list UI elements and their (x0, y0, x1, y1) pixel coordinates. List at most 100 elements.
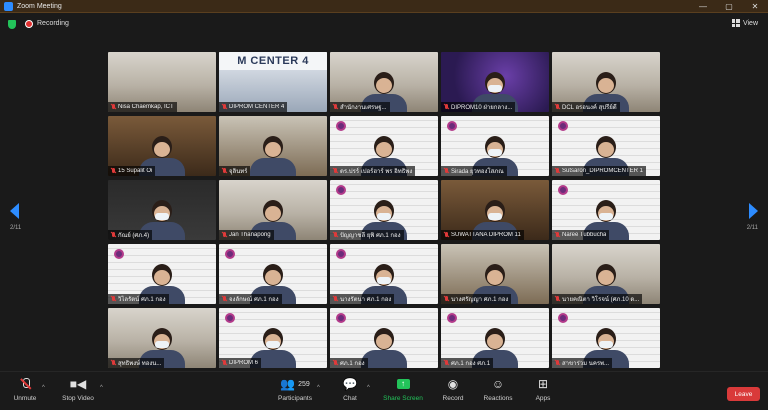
participant-tile[interactable]: ศภ.1 กอง (330, 308, 438, 368)
participant-name: จงลักษณ์ ศภ.1 กอง (229, 297, 279, 303)
reactions-button[interactable]: ☺ Reactions (473, 376, 523, 402)
muted-mic-icon (333, 232, 338, 238)
participant-nameplate: SUWATTANA DIPROM 11 (441, 230, 524, 240)
participant-nameplate: ปัญญาชลี ยุพิ ศภ.1 กอง (330, 230, 404, 240)
reactions-label: Reactions (483, 395, 513, 402)
diprom-logo-icon (336, 121, 346, 131)
participant-tile[interactable]: กัณย์ (ศภ.4) (108, 180, 216, 240)
participants-button[interactable]: 👥 259 Participants (265, 376, 325, 402)
participant-tile[interactable]: Jan Thanapong (219, 180, 327, 240)
record-circle-icon: ◉ (447, 377, 459, 391)
participant-tile[interactable]: สุทธิพงษ์ ทองน... (108, 308, 216, 368)
close-window-button[interactable]: ✕ (742, 0, 768, 13)
face-mask (155, 341, 169, 348)
leave-button[interactable]: Leave (727, 387, 760, 401)
participant-tile[interactable]: จุลินทร์ (219, 116, 327, 176)
participant-nameplate: DIPROM10 ฝ่ายกลาง... (441, 102, 516, 112)
view-button[interactable]: View (731, 19, 758, 27)
muted-mic-icon (111, 360, 116, 366)
participants-label: Participants (278, 395, 312, 402)
muted-mic-icon (444, 360, 449, 366)
participant-name: DCL อรอนงค์ สุปรีย์ดี (562, 105, 617, 111)
video-options-caret-icon[interactable]: ^ (100, 385, 103, 391)
share-screen-button[interactable]: ↑ Share Screen (378, 376, 428, 402)
video-camera-icon: ■◀ (69, 377, 87, 391)
participant-tile[interactable]: SUWATTANA DIPROM 11 (441, 180, 549, 240)
participant-tile[interactable]: M CENTER 4 DIPROM CENTER 4 (219, 52, 327, 112)
muted-mic-icon (333, 168, 338, 174)
chat-options-caret-icon[interactable]: ^ (367, 385, 370, 391)
participant-nameplate: กัณย์ (ศภ.4) (108, 230, 153, 240)
muted-mic-icon (555, 104, 560, 110)
participant-tile[interactable]: DCL อรอนงค์ สุปรีย์ดี (552, 52, 660, 112)
participants-options-caret-icon[interactable]: ^ (317, 385, 320, 391)
page-indicator-left: 2/11 (10, 225, 22, 231)
participant-name: สุทธิพงษ์ ทองน... (118, 361, 162, 367)
participant-tile[interactable]: วิไลรัตน์ ศภ.1 กอง (108, 244, 216, 304)
participant-tile[interactable]: Sirada ยุวทองโสภณ (441, 116, 549, 176)
security-shield-icon[interactable] (8, 20, 16, 29)
participant-nameplate: ดร.ปรร์ เปอร์ฮาร์ พร อิทธิพง (330, 166, 416, 176)
participant-name: ศภ.1 กอง ศภ.1 (451, 361, 491, 367)
participant-video (361, 328, 407, 368)
participant-tile[interactable]: นางรัตนา ศภ.1 กอง (330, 244, 438, 304)
maximize-button[interactable]: ▢ (716, 0, 742, 13)
participant-nameplate: DIPROM 6 (219, 358, 262, 368)
chat-label: Chat (343, 395, 357, 402)
participant-tile[interactable]: ดร.ปรร์ เปอร์ฮาร์ พร อิทธิพง (330, 116, 438, 176)
participant-tile[interactable]: นางศรัญญา ศภ.1 กอง (441, 244, 549, 304)
reactions-smiley-icon: ☺ (491, 377, 505, 391)
participant-tile[interactable]: DIPROM10 ฝ่ายกลาง... (441, 52, 549, 112)
participant-tile[interactable]: สาขาร่วม นครพ... (552, 308, 660, 368)
share-screen-label: Share Screen (383, 395, 423, 402)
record-button[interactable]: ◉ Record (428, 376, 478, 402)
participant-name: Nisa Chaemkap, ICT (118, 104, 174, 110)
participant-nameplate: DCL อรอนงค์ สุปรีย์ดี (552, 102, 620, 112)
participant-tile[interactable]: สำนักงานเศรษฐ... (330, 52, 438, 112)
view-label: View (742, 19, 758, 27)
participant-name: SUWATTANA DIPROM 11 (451, 232, 521, 238)
participant-tile[interactable]: ศภ.1 กอง ศภ.1 (441, 308, 549, 368)
participant-tile[interactable]: Naree Tubbucha (552, 180, 660, 240)
muted-mic-icon (222, 360, 227, 366)
participant-tile[interactable]: Nisa Chaemkap, ICT (108, 52, 216, 112)
participant-name: นายคณิตา วิโรจน์ (ศภ.10 ด... (562, 297, 640, 303)
minimize-button[interactable]: — (690, 0, 716, 13)
participant-tile[interactable]: 15 Supalit Oi (108, 116, 216, 176)
participant-tile[interactable]: นายคณิตา วิโรจน์ (ศภ.10 ด... (552, 244, 660, 304)
center-banner: M CENTER 4 (219, 52, 327, 70)
zoom-app-icon (4, 1, 13, 11)
stop-video-button[interactable]: ■◀ Stop Video (53, 376, 103, 402)
diprom-logo-icon (225, 313, 235, 323)
participant-nameplate: สุทธิพงษ์ ทองน... (108, 358, 165, 368)
muted-mic-icon (111, 296, 116, 302)
participant-nameplate: ศภ.1 กอง (330, 358, 368, 368)
participant-nameplate: ศภ.1 กอง ศภ.1 (441, 358, 494, 368)
participant-tile[interactable]: Sutsaron_DIPROMCENTER 1 (552, 116, 660, 176)
participant-nameplate: Sutsaron_DIPROMCENTER 1 (552, 166, 647, 176)
share-screen-arrow-icon: ↑ (396, 379, 410, 389)
participant-nameplate: จุลินทร์ (219, 166, 251, 176)
unmute-label: Unmute (13, 395, 37, 402)
audio-options-caret-icon[interactable]: ^ (42, 385, 45, 391)
participant-tile[interactable]: ปัญญาชลี ยุพิ ศภ.1 กอง (330, 180, 438, 240)
apps-grid-icon: ⊞ (537, 377, 549, 391)
diprom-logo-icon (336, 313, 346, 323)
recording-label[interactable]: Recording (37, 20, 69, 27)
muted-mic-icon (222, 232, 227, 238)
window-controls: — ▢ ✕ (690, 0, 768, 13)
muted-mic-icon (555, 360, 560, 366)
participant-tile[interactable]: จงลักษณ์ ศภ.1 กอง (219, 244, 327, 304)
participant-name: 15 Supalit Oi (118, 168, 153, 174)
next-page-arrow-icon[interactable] (749, 203, 758, 219)
apps-button[interactable]: ⊞ Apps (518, 376, 568, 402)
face-mask (488, 149, 502, 156)
participant-tile[interactable]: DIPROM 6 (219, 308, 327, 368)
previous-page-arrow-icon[interactable] (10, 203, 19, 219)
muted-mic-icon (333, 296, 338, 302)
participant-name: กัณย์ (ศภ.4) (118, 233, 150, 239)
page-indicator-right: 2/11 (746, 225, 758, 231)
diprom-logo-icon (558, 185, 568, 195)
participant-name: จุลินทร์ (229, 169, 248, 175)
muted-mic-icon (333, 104, 338, 110)
